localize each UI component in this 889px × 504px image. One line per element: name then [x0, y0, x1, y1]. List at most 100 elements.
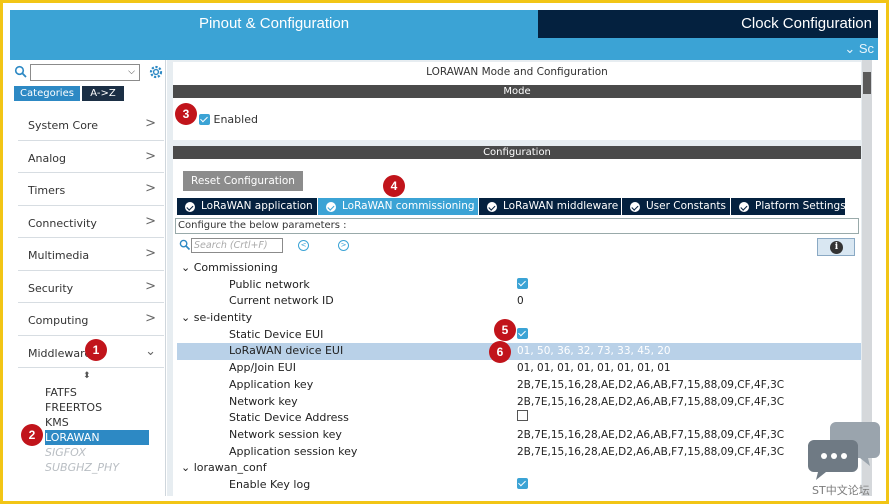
- tab-user-constants[interactable]: User Constants: [622, 198, 730, 215]
- parameter-name: Static Device EUI: [229, 327, 324, 341]
- gear-icon[interactable]: [148, 64, 164, 80]
- parameter-value[interactable]: 2B,7E,15,16,28,AE,D2,A6,AB,F7,15,88,09,C…: [517, 444, 784, 461]
- parameter-row[interactable]: Application key 2B,7E,15,16,28,AE,D2,A6,A…: [177, 377, 861, 394]
- parameter-value[interactable]: 0: [517, 293, 524, 310]
- sidebar-item-security[interactable]: Security >: [18, 271, 164, 303]
- parameter-row[interactable]: Static Device EUI: [177, 327, 861, 344]
- sidebar-item-connectivity[interactable]: Connectivity >: [18, 206, 164, 238]
- middleware-item-freertos[interactable]: FREERTOS: [45, 400, 149, 415]
- parameter-value[interactable]: 2B,7E,15,16,28,AE,D2,A6,AB,F7,15,88,09,C…: [517, 394, 784, 411]
- sidebar-item-computing[interactable]: Computing >: [18, 303, 164, 336]
- sidebar-item-label: Multimedia: [28, 249, 90, 262]
- tab-clock-configuration[interactable]: Clock Configuration: [538, 10, 878, 38]
- sidebar-item-label: Computing: [28, 314, 89, 327]
- tab-pinout-configuration[interactable]: Pinout & Configuration: [10, 10, 538, 38]
- mode-section-header: Mode: [173, 85, 861, 98]
- callout-marker: 6: [489, 341, 511, 363]
- tree-group-label: ⌄ se-identity: [181, 310, 252, 327]
- parameter-checkbox[interactable]: [517, 410, 528, 422]
- info-button[interactable]: i: [817, 238, 855, 256]
- subbar-dropdown[interactable]: ⌄ Sc: [844, 41, 874, 57]
- sub-toolbar: ⌄ Sc: [10, 38, 878, 60]
- tab-label: LoRaWAN commissioning: [342, 200, 475, 212]
- sort-icon[interactable]: ⬍: [83, 371, 91, 381]
- parameter-value[interactable]: 01, 50, 36, 32, 73, 33, 45, 20: [517, 343, 671, 360]
- sidebar-item-multimedia[interactable]: Multimedia >: [18, 238, 164, 271]
- parameter-row[interactable]: App/Join EUI 01, 01, 01, 01, 01, 01, 01, …: [177, 360, 861, 377]
- parameter-checkbox[interactable]: [517, 327, 528, 339]
- tab-categories[interactable]: Categories: [14, 86, 80, 101]
- tab-lorawan-application[interactable]: LoRaWAN application: [177, 198, 317, 215]
- parameter-name: Application key: [229, 377, 314, 391]
- category-search-row: ⌵: [14, 64, 164, 82]
- chevron-down-icon[interactable]: ⌄: [181, 461, 194, 474]
- parameter-name: Network key: [229, 394, 298, 408]
- sidebar-item-system-core[interactable]: System Core >: [18, 108, 164, 141]
- parameter-name: Application session key: [229, 444, 358, 458]
- tab-label: LoRaWAN application: [201, 200, 313, 212]
- chevron-down-icon[interactable]: ⌵: [128, 67, 135, 77]
- enabled-label: Enabled: [213, 113, 258, 126]
- forum-watermark: ST中文论坛: [808, 420, 882, 498]
- middleware-item-subghz-phy: SUBGHZ_PHY: [45, 461, 120, 474]
- tab-lorawan-commissioning[interactable]: LoRaWAN commissioning: [318, 198, 478, 215]
- tab-platform-settings[interactable]: Platform Settings: [731, 198, 846, 215]
- tree-group-row[interactable]: ⌄ se-identity: [177, 310, 861, 327]
- parameter-row[interactable]: Static Device Address: [177, 410, 861, 427]
- scrollbar-thumb[interactable]: [863, 72, 871, 94]
- tree-group-label: ⌄ lorawan_conf: [181, 460, 267, 477]
- parameter-value[interactable]: [517, 327, 528, 344]
- parameter-name: App/Join EUI: [229, 361, 296, 375]
- chevron-down-icon[interactable]: ⌄: [181, 311, 194, 324]
- parameter-name: Enable Key log: [229, 477, 311, 491]
- parameter-search-input[interactable]: Search (Crtl+F): [191, 238, 283, 253]
- search-previous-icon[interactable]: <: [298, 240, 309, 251]
- search-next-icon[interactable]: >: [338, 240, 349, 251]
- enabled-checkbox[interactable]: [199, 114, 210, 125]
- reset-configuration-button[interactable]: Reset Configuration: [183, 171, 303, 191]
- sidebar-item-label: System Core: [28, 119, 98, 132]
- configure-hint: Configure the below parameters :: [175, 218, 859, 234]
- search-icon: [179, 239, 191, 251]
- parameter-value[interactable]: [517, 277, 528, 294]
- chevron-right-icon: >: [145, 116, 156, 131]
- check-circle-icon: [739, 202, 749, 212]
- middleware-item-fatfs[interactable]: FATFS: [45, 385, 149, 400]
- parameter-row[interactable]: Application session key 2B,7E,15,16,28,AE…: [177, 444, 861, 461]
- category-list: System Core > Analog > Timers > Connectivit…: [18, 108, 164, 368]
- parameter-row[interactable]: Enable Key log: [177, 477, 861, 494]
- middleware-item-sigfox: SIGFOX: [45, 446, 86, 459]
- parameter-row[interactable]: Network key 2B,7E,15,16,28,AE,D2,A6,AB,F7…: [177, 394, 861, 411]
- callout-marker: 1: [85, 339, 107, 361]
- middleware-item-lorawan[interactable]: LORAWAN: [45, 430, 149, 445]
- configuration-panel: Configuration Reset Configuration LoRaWA…: [173, 146, 861, 496]
- check-circle-icon: [185, 202, 195, 212]
- tree-group-row[interactable]: ⌄ Commissioning: [177, 260, 861, 277]
- parameter-checkbox[interactable]: [517, 277, 528, 289]
- tab-label: Platform Settings: [755, 200, 846, 212]
- parameter-row[interactable]: Current network ID 0: [177, 293, 861, 310]
- parameter-value[interactable]: 01, 01, 01, 01, 01, 01, 01, 01: [517, 360, 671, 377]
- chevron-down-icon: ⌄: [145, 343, 156, 359]
- parameter-value[interactable]: 2B,7E,15,16,28,AE,D2,A6,AB,F7,15,88,09,C…: [517, 377, 784, 394]
- parameter-row[interactable]: LoRaWAN device EUI 01, 50, 36, 32, 73, 33…: [177, 343, 861, 361]
- tab-a-to-z[interactable]: A->Z: [82, 86, 124, 101]
- parameter-value[interactable]: 2B,7E,15,16,28,AE,D2,A6,AB,F7,15,88,09,C…: [517, 427, 784, 444]
- parameter-row[interactable]: Network session key 2B,7E,15,16,28,AE,D2,…: [177, 427, 861, 444]
- tab-label: LoRaWAN middleware: [503, 200, 619, 212]
- parameter-row[interactable]: Public network: [177, 277, 861, 294]
- parameter-checkbox[interactable]: [517, 477, 528, 489]
- sidebar-item-timers[interactable]: Timers >: [18, 173, 164, 206]
- parameter-value[interactable]: [517, 410, 528, 427]
- tab-lorawan-middleware[interactable]: LoRaWAN middleware: [479, 198, 621, 215]
- sidebar-item-analog[interactable]: Analog >: [18, 141, 164, 173]
- group-label: se-identity: [193, 311, 253, 325]
- middleware-item-kms[interactable]: KMS: [45, 415, 149, 430]
- chevron-down-icon[interactable]: ⌄: [181, 261, 194, 274]
- tree-group-row[interactable]: ⌄ lorawan_conf: [177, 460, 861, 477]
- category-search-input[interactable]: ⌵: [30, 64, 140, 81]
- top-tab-bar: Pinout & Configuration Clock Configurati…: [10, 10, 878, 38]
- parameter-value[interactable]: [517, 477, 528, 494]
- sidebar-item-label: Analog: [28, 151, 67, 165]
- check-circle-icon: [326, 202, 336, 212]
